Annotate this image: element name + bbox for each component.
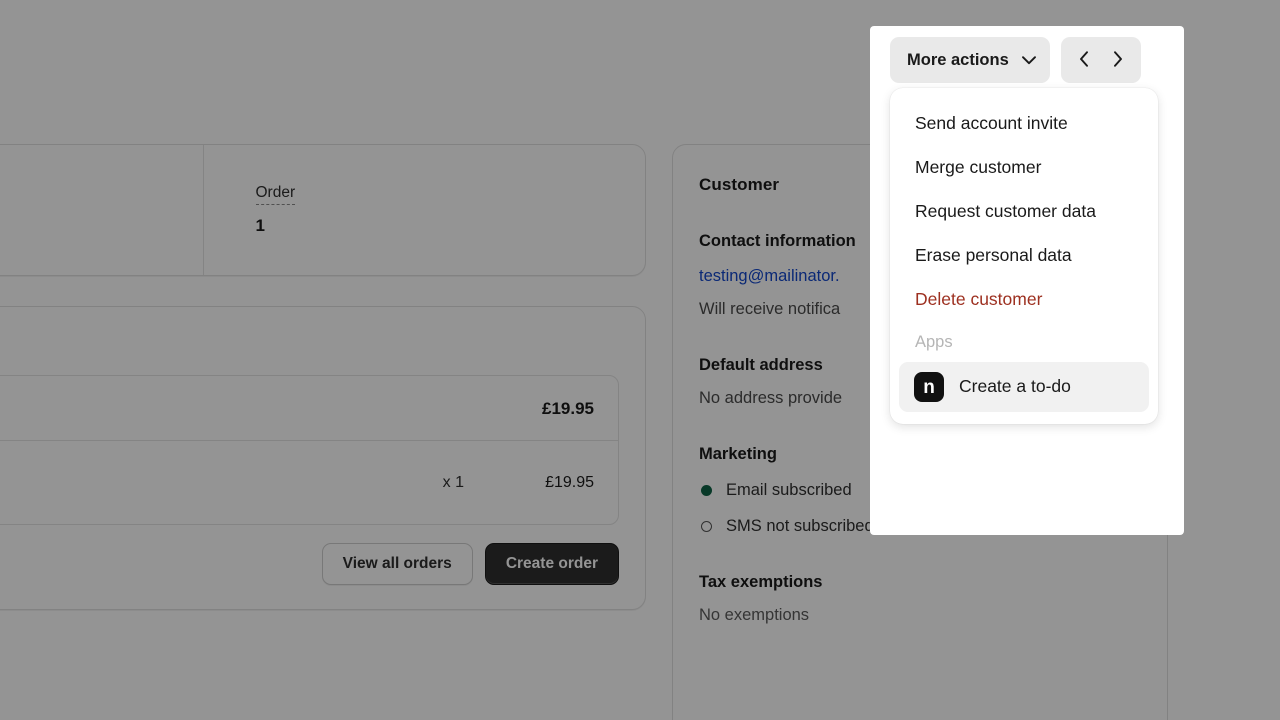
create-order-button[interactable]: Create order (484, 543, 619, 585)
menu-item-send-account-invite[interactable]: Send account invite (898, 102, 1150, 146)
previous-record-button[interactable] (1067, 40, 1101, 80)
create-a-to-do-label: Create a to-do (959, 376, 1071, 397)
record-navigation-group (1060, 37, 1141, 83)
stat-value: 1 (255, 216, 265, 236)
subscribed-dot-icon (701, 485, 712, 496)
email-subscribed-label: Email subscribed (726, 481, 852, 499)
menu-item-delete-customer[interactable]: Delete customer (898, 278, 1150, 322)
not-subscribed-dot-icon (701, 521, 712, 532)
stats-card: nt Order 1 (0, 144, 646, 276)
chevron-down-icon (1021, 51, 1036, 70)
menu-item-merge-customer[interactable]: Merge customer (898, 146, 1150, 190)
chevron-left-icon (1079, 50, 1089, 70)
order-block: n Draft Orders £19.95 x 1 £19.95 (0, 375, 619, 525)
tax-exemptions-heading: Tax exemptions (699, 573, 823, 591)
view-all-orders-button[interactable]: View all orders (321, 543, 473, 585)
order-line-item: x 1 £19.95 (0, 440, 618, 524)
menu-item-create-a-to-do[interactable]: n Create a to-do (899, 362, 1149, 412)
left-column: nt Order 1 n Draft Orders £19.95 x 1 £19… (0, 144, 646, 610)
menu-item-request-customer-data[interactable]: Request customer data (898, 190, 1150, 234)
tax-exemptions-value: No exemptions (699, 606, 810, 624)
menu-section-apps-label: Apps (915, 333, 953, 352)
stat-label: Order (255, 183, 296, 206)
stat-cell-order: Order 1 (202, 145, 646, 275)
order-amount: £19.95 (542, 399, 594, 418)
notion-app-icon: n (914, 372, 944, 402)
sms-not-subscribed-label: SMS not subscribed (726, 517, 874, 535)
more-actions-label: More actions (907, 50, 1009, 69)
orders-card: n Draft Orders £19.95 x 1 £19.95 View al… (0, 306, 646, 610)
panel-toolbar: More actions (890, 37, 1141, 83)
order-line-quantity: x 1 (442, 473, 464, 491)
more-actions-menu: Send account invite Merge customer Reque… (890, 88, 1158, 424)
next-record-button[interactable] (1101, 40, 1135, 80)
chevron-right-icon (1113, 50, 1123, 70)
orders-actions: View all orders Create order (0, 525, 645, 609)
menu-item-erase-personal-data[interactable]: Erase personal data (898, 234, 1150, 278)
more-actions-button[interactable]: More actions (890, 37, 1050, 83)
stat-cell-amount-spent: nt (0, 145, 203, 275)
order-header-row: n Draft Orders £19.95 (0, 376, 618, 440)
order-line-price: £19.95 (545, 473, 594, 491)
